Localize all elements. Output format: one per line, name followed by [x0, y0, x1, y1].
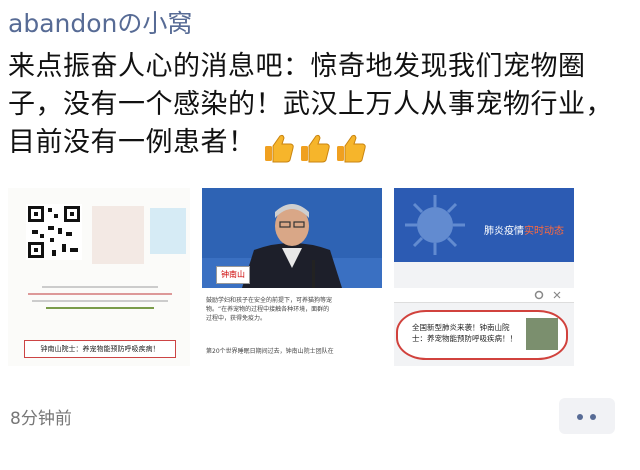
thumbs-up-icon [300, 134, 330, 162]
close-icon [553, 291, 561, 299]
news-card-text: 全国新型肺炎来袭！钟南山院士：养宠物能预防呼吸疾病！！ [412, 323, 517, 343]
thumbs-up-icon [264, 134, 294, 162]
image-thumbnail-2[interactable]: 钟南山 鼓励学妇和孩子在安全的前提下，可养猫狗等宠 物。“在养宠物的过程中接触各… [202, 188, 382, 366]
poster-line [42, 286, 158, 288]
poster-pet-graphic [150, 208, 186, 254]
highlighted-news-card: 全国新型肺炎来袭！钟南山院士：养宠物能预防呼吸疾病！！ [396, 310, 568, 360]
username-link[interactable]: abandonの小窝 [8, 4, 192, 40]
epidemic-banner: 肺炎疫情实时动态 [394, 188, 574, 262]
news-card-thumbnail [526, 318, 558, 350]
banner-title-accent: 实时动态 [524, 226, 564, 237]
thumbs-emoji-group [262, 128, 370, 166]
poster-line [28, 293, 172, 295]
image-thumbnail-1[interactable]: 钟南山院士：养宠物能预防呼吸疾病！ [8, 188, 190, 366]
article-line: 第20个世界睡眠日期间过去，钟南山院士团队在 [206, 348, 334, 355]
poster-line [32, 300, 168, 302]
qr-code-icon [26, 204, 82, 260]
dot-icon [590, 414, 596, 420]
poster-text-block [22, 280, 178, 330]
article-line: 鼓励学妇和孩子在安全的前提下，可养猫狗等宠 [206, 297, 333, 304]
article-line: 物。“在养宠物的过程中接触各种环境，面群的 [206, 306, 330, 313]
poster-graphic [92, 206, 144, 264]
banner-title-main: 肺炎疫情 [484, 226, 524, 237]
poster-caption: 钟南山院士：养宠物能预防呼吸疾病！ [24, 340, 176, 358]
image-thumbnail-3[interactable]: 肺炎疫情实时动态 全国新型肺炎来袭！钟南山院士：养宠物能预防呼吸疾病！！ [394, 188, 574, 366]
dot-icon [577, 414, 583, 420]
post-timestamp: 8分钟前 [10, 409, 72, 429]
poster-line [46, 307, 154, 309]
gear-icon [534, 290, 544, 300]
article-line: 过程中，获得免疫力。 [206, 315, 267, 322]
more-options-button[interactable] [559, 398, 615, 434]
name-tag: 钟南山 [216, 266, 250, 284]
press-photo: 钟南山 [202, 188, 382, 288]
post-text: 来点振奋人心的消息吧：惊奇地发现我们宠物圈子，没有一个感染的！武汉上万人从事宠物… [8, 48, 628, 166]
virus-icon [405, 195, 465, 255]
article-text: 鼓励学妇和孩子在安全的前提下，可养猫狗等宠 物。“在养宠物的过程中接触各种环境，… [206, 296, 378, 356]
banner-title: 肺炎疫情实时动态 [484, 222, 572, 237]
card-header-bar [394, 288, 574, 303]
thumbs-up-icon [336, 134, 366, 162]
